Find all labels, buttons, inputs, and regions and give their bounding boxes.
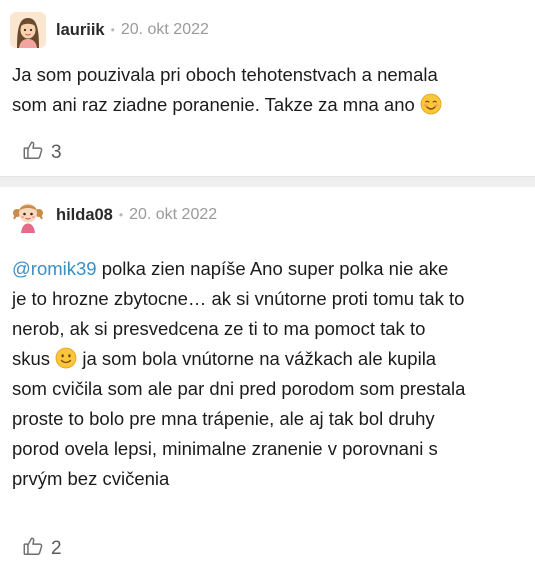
thumbs-up-icon	[22, 535, 44, 562]
comment-meta: lauriik • 20. okt 2022	[10, 10, 209, 50]
comment-card: lauriik • 20. okt 2022 Ja som pouzivala …	[0, 0, 535, 176]
slight-smile-emoji-icon	[55, 347, 77, 369]
like-button[interactable]: 3	[22, 139, 62, 166]
comment-text-part2: ja som bola vnútorne na vážkach ale kupi…	[12, 348, 466, 489]
comment-card: hilda08 • 20. okt 2022 @romik39 polka zi…	[0, 187, 535, 562]
user-mention-link[interactable]: @romik39	[12, 258, 97, 279]
meta-separator: •	[118, 208, 124, 222]
meta-separator: •	[110, 23, 115, 37]
comment-text: Ja som pouzivala pri oboch tehotenstvach…	[12, 60, 522, 120]
comment-text: @romik39 polka zien napíše Ano super pol…	[12, 254, 522, 494]
comment-divider	[0, 176, 535, 187]
comment-meta: hilda08 • 20. okt 2022	[10, 195, 217, 235]
comment-date: 20. okt 2022	[120, 21, 209, 38]
username[interactable]: hilda08	[56, 206, 113, 225]
like-button[interactable]: 2	[22, 535, 62, 562]
comment-text-line1: polka zien napíše Ano super polka nie ak…	[96, 258, 449, 279]
avatar-girl-pigtails-icon[interactable]	[10, 197, 46, 233]
username[interactable]: lauriik	[56, 21, 105, 40]
smiling-blush-emoji-icon	[420, 93, 442, 115]
like-count: 2	[51, 537, 62, 559]
avatar-girl-icon[interactable]	[10, 12, 46, 48]
comment-text-body: Ja som pouzivala pri oboch tehotenstvach…	[12, 64, 438, 115]
like-count: 3	[51, 141, 62, 163]
comment-date: 20. okt 2022	[129, 206, 218, 223]
thumbs-up-icon	[22, 139, 44, 166]
